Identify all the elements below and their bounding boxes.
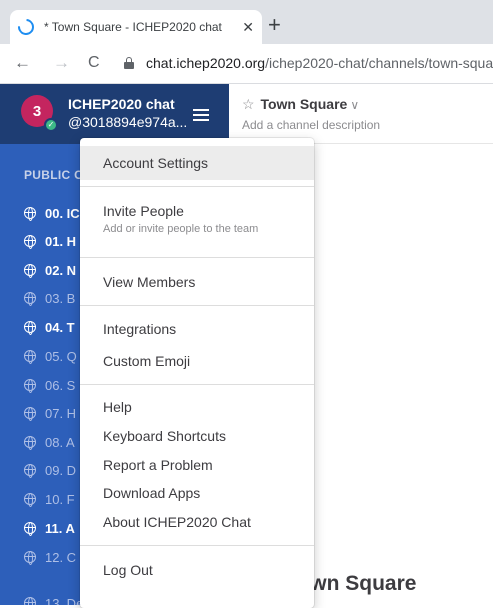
menu-item-integrations[interactable]: Integrations	[80, 316, 314, 342]
channel-name: Town Square	[260, 96, 348, 112]
menu-item-about[interactable]: About ICHEP2020 Chat	[80, 509, 314, 535]
sidebar-channel[interactable]: 05. Q	[23, 345, 77, 367]
menu-item-keyboard-shortcuts[interactable]: Keyboard Shortcuts	[80, 423, 314, 449]
globe-icon	[23, 263, 36, 278]
reload-icon[interactable]: C	[88, 52, 100, 74]
menu-item-account-settings[interactable]: Account Settings	[80, 146, 314, 180]
sidebar-section-label: PUBLIC C	[24, 168, 84, 182]
channel-label: 12. C	[45, 549, 77, 565]
channel-label: 04. T	[45, 319, 75, 335]
browser-tabbar: * Town Square - ICHEP2020 chat ✕ +	[0, 0, 493, 44]
sidebar-channel[interactable]: 02. N	[23, 259, 77, 281]
channel-label: 05. Q	[45, 348, 77, 364]
team-username: @3018894e974a...	[68, 114, 188, 130]
menu-divider	[80, 186, 314, 187]
menu-item-invite-people[interactable]: Invite People Add or invite people to th…	[80, 200, 314, 244]
menu-item-view-members[interactable]: View Members	[80, 269, 314, 295]
globe-icon	[23, 320, 36, 335]
forward-icon[interactable]: →	[53, 52, 70, 74]
channel-label: 03. B	[45, 290, 76, 306]
favorite-star-icon[interactable]: ☆	[242, 96, 255, 112]
menu-item-label: Invite People	[103, 203, 184, 219]
menu-item-download-apps[interactable]: Download Apps	[80, 480, 314, 506]
channel-description[interactable]: Add a channel description	[242, 118, 380, 132]
channel-label: 09. D	[45, 462, 77, 478]
browser-tab[interactable]: * Town Square - ICHEP2020 chat ✕	[10, 10, 262, 44]
main-menu-dropdown: Account Settings Invite People Add or in…	[80, 138, 314, 608]
globe-icon	[23, 349, 36, 364]
channel-label: 02. N	[45, 262, 77, 278]
channel-label: 00. IC	[45, 205, 80, 221]
menu-item-report-problem[interactable]: Report a Problem	[80, 452, 314, 478]
globe-icon	[23, 521, 36, 536]
url-host: chat.ichep2020.org	[146, 55, 266, 71]
channel-label: 07. H	[45, 405, 77, 421]
channel-label: 08. A	[45, 434, 75, 450]
tab-title: * Town Square - ICHEP2020 chat	[44, 20, 222, 34]
globe-icon	[23, 492, 36, 507]
address-bar: ← → C chat.ichep2020.org/ichep2020-chat/…	[0, 44, 493, 84]
globe-icon	[23, 406, 36, 421]
channel-label: 11. A	[45, 520, 75, 536]
globe-icon	[23, 206, 36, 221]
globe-icon	[23, 378, 36, 393]
menu-divider	[80, 384, 314, 385]
channel-label: 10. F	[45, 491, 75, 507]
sidebar-channel[interactable]: 00. IC	[23, 202, 80, 224]
sidebar-channel[interactable]: 12. C	[23, 546, 77, 568]
menu-divider	[80, 257, 314, 258]
channel-label: 01. H	[45, 233, 77, 249]
menu-item-custom-emoji[interactable]: Custom Emoji	[80, 348, 314, 374]
menu-divider	[80, 305, 314, 306]
globe-icon	[23, 596, 36, 605]
menu-divider	[80, 545, 314, 546]
hamburger-menu-icon[interactable]	[193, 109, 209, 121]
url-field[interactable]: chat.ichep2020.org/ichep2020-chat/channe…	[146, 55, 493, 71]
channel-title[interactable]: ☆ Town Square ∨	[242, 96, 359, 113]
sidebar-channel[interactable]: 07. H	[23, 402, 77, 424]
sidebar-channel[interactable]: 08. A	[23, 431, 75, 453]
sidebar-channel[interactable]: 09. D	[23, 459, 77, 481]
sidebar-channel[interactable]: 03. B	[23, 287, 76, 309]
menu-item-log-out[interactable]: Log Out	[80, 557, 314, 583]
lock-icon[interactable]	[124, 57, 134, 69]
sidebar-channel[interactable]: 11. A	[23, 517, 75, 539]
sidebar-channel[interactable]: 06. S	[23, 374, 76, 396]
globe-icon	[23, 463, 36, 478]
close-tab-icon[interactable]: ✕	[242, 19, 254, 36]
team-header[interactable]: 3 ✓ ICHEP2020 chat @3018894e974a...	[0, 84, 229, 144]
new-tab-button[interactable]: +	[268, 14, 281, 36]
mattermost-favicon-icon	[14, 15, 38, 39]
globe-icon	[23, 550, 36, 565]
menu-item-description: Add or invite people to the team	[103, 223, 259, 235]
online-status-icon: ✓	[44, 118, 58, 132]
globe-icon	[23, 435, 36, 450]
menu-item-help[interactable]: Help	[80, 394, 314, 420]
chevron-down-icon[interactable]: ∨	[350, 98, 359, 112]
sidebar-channel[interactable]: 10. F	[23, 488, 75, 510]
globe-icon	[23, 291, 36, 306]
team-name: ICHEP2020 chat	[68, 96, 175, 112]
url-path: /ichep2020-chat/channels/town-squa	[265, 55, 493, 71]
sidebar-channel[interactable]: 01. H	[23, 230, 77, 252]
channel-header: ☆ Town Square ∨ Add a channel description	[229, 84, 493, 144]
back-icon[interactable]: ←	[14, 52, 31, 74]
globe-icon	[23, 234, 36, 249]
sidebar-channel[interactable]: 04. T	[23, 316, 75, 338]
channel-label: 06. S	[45, 377, 76, 393]
